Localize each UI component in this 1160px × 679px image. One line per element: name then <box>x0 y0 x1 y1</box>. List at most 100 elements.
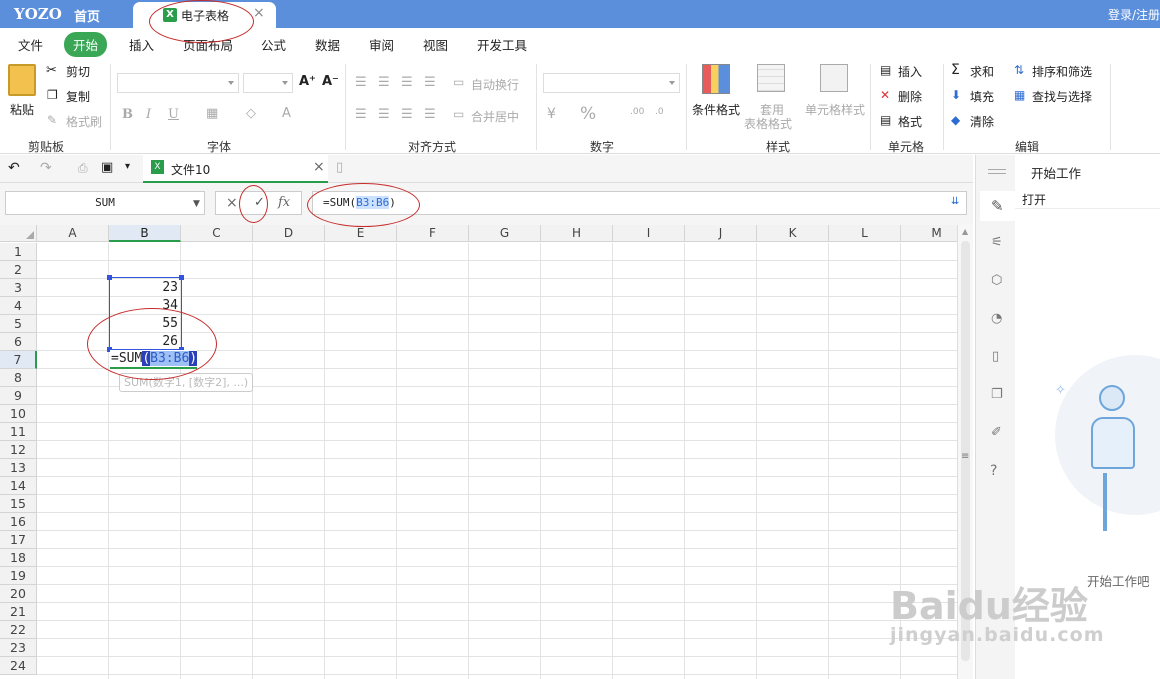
find-select-button[interactable]: 查找与选择 <box>1032 88 1092 105</box>
history-icon[interactable]: ◔ <box>991 311 1002 326</box>
cube-icon[interactable]: ⬡ <box>991 273 1002 288</box>
menu-developer[interactable]: 开发工具 <box>477 35 527 54</box>
column-header-j[interactable]: J <box>685 225 757 242</box>
conditional-format-button[interactable]: 条件格式 <box>692 101 740 118</box>
menu-formula[interactable]: 公式 <box>261 35 286 54</box>
fill-color-icon[interactable]: ◇ <box>246 106 256 121</box>
border-icon[interactable]: ▦ <box>206 106 218 121</box>
save-icon[interactable]: ▣ <box>101 160 113 175</box>
menu-review[interactable]: 审阅 <box>369 35 394 54</box>
format-cells-button[interactable]: 格式 <box>898 113 922 130</box>
format-painter-button[interactable]: 格式刷 <box>66 113 102 130</box>
grow-font-icon[interactable]: A⁺ <box>299 74 316 89</box>
increase-decimal-icon[interactable]: .00 <box>630 107 644 117</box>
column-header-a[interactable]: A <box>37 225 109 242</box>
align-top-icon[interactable]: ☰ <box>355 75 367 90</box>
sliders-icon[interactable]: ⚟ <box>991 235 1003 250</box>
column-header-h[interactable]: H <box>541 225 613 242</box>
currency-button[interactable]: ¥ <box>547 106 556 122</box>
row-header-22[interactable]: 22 <box>0 621 37 639</box>
bold-button[interactable]: B <box>122 107 133 122</box>
underline-button[interactable]: U <box>168 107 179 122</box>
row-header-9[interactable]: 9 <box>0 387 37 405</box>
insert-cells-button[interactable]: 插入 <box>898 63 922 80</box>
row-header-5[interactable]: 5 <box>0 315 37 333</box>
row-header-8[interactable]: 8 <box>0 369 37 387</box>
column-header-k[interactable]: K <box>757 225 829 242</box>
paste-icon[interactable] <box>8 64 36 96</box>
row-header-10[interactable]: 10 <box>0 405 37 423</box>
number-format-select[interactable] <box>543 73 680 93</box>
indent-icon[interactable]: ☰ <box>424 75 436 90</box>
column-header-c[interactable]: C <box>181 225 253 242</box>
row-header-24[interactable]: 24 <box>0 657 37 675</box>
row-header-23[interactable]: 23 <box>0 639 37 657</box>
row-header-15[interactable]: 15 <box>0 495 37 513</box>
decrease-decimal-icon[interactable]: .0 <box>655 107 664 117</box>
percent-button[interactable]: % <box>580 104 596 124</box>
row-header-7[interactable]: 7 <box>0 351 37 369</box>
customize-icon[interactable]: ▾ <box>125 161 130 172</box>
row-header-6[interactable]: 6 <box>0 333 37 351</box>
row-header-16[interactable]: 16 <box>0 513 37 531</box>
close-icon[interactable]: × <box>313 159 325 175</box>
font-color-icon[interactable]: A <box>282 106 291 121</box>
login-link[interactable]: 登录/注册 <box>1108 6 1160 23</box>
spreadsheet-grid[interactable]: ABCDEFGHIJKLM 1 2 3 4 5 6 7 8 9 10 11 12 13 14 15 16 17 1… <box>0 225 973 679</box>
align-middle-icon[interactable]: ☰ <box>378 75 390 90</box>
clear-button[interactable]: 清除 <box>970 113 994 130</box>
name-box[interactable]: SUM <box>5 191 205 215</box>
merge-center-button[interactable]: 合并居中 <box>471 108 519 125</box>
column-header-e[interactable]: E <box>325 225 397 242</box>
panel-open-link[interactable]: 打开 <box>1022 191 1046 208</box>
row-header-1[interactable]: 1 <box>0 243 37 261</box>
copy-button[interactable]: 复制 <box>66 88 90 105</box>
menu-insert[interactable]: 插入 <box>129 35 154 54</box>
conditional-format-icon[interactable] <box>702 64 730 94</box>
edit-doc-icon[interactable]: ✐ <box>991 425 1002 440</box>
fill-button[interactable]: 填充 <box>970 88 994 105</box>
pencil-icon[interactable]: ✎ <box>991 197 1004 215</box>
font-size-select[interactable] <box>243 73 293 93</box>
row-header-19[interactable]: 19 <box>0 567 37 585</box>
align-left-icon[interactable]: ☰ <box>355 107 367 122</box>
column-header-g[interactable]: G <box>469 225 541 242</box>
align-right-icon[interactable]: ☰ <box>401 107 413 122</box>
sort-filter-button[interactable]: 排序和筛选 <box>1032 63 1092 80</box>
column-header-l[interactable]: L <box>829 225 901 242</box>
close-icon[interactable]: × <box>253 5 265 21</box>
file-tab[interactable]: X 文件10 × <box>143 155 328 183</box>
align-bottom-icon[interactable]: ☰ <box>401 75 413 90</box>
paste-button[interactable]: 粘贴 <box>10 101 34 118</box>
cell-style-icon[interactable] <box>820 64 848 92</box>
menu-data[interactable]: 数据 <box>315 35 340 54</box>
delete-cells-button[interactable]: 删除 <box>898 88 922 105</box>
menu-file[interactable]: 文件 <box>18 35 43 54</box>
row-header-21[interactable]: 21 <box>0 603 37 621</box>
cancel-icon[interactable]: × <box>226 195 238 211</box>
row-header-4[interactable]: 4 <box>0 297 37 315</box>
row-header-2[interactable]: 2 <box>0 261 37 279</box>
justify-icon[interactable]: ☰ <box>424 107 436 122</box>
print-preview-icon[interactable]: ⎙ <box>78 161 88 176</box>
select-all-corner[interactable] <box>0 225 37 242</box>
insert-function-icon[interactable]: fx <box>278 195 290 210</box>
expand-formula-icon[interactable]: ⇊ <box>951 196 959 207</box>
panel-open-row[interactable]: 打开 <box>1015 187 1160 209</box>
copy-doc-icon[interactable]: ❐ <box>991 387 1003 402</box>
scroll-up-icon[interactable]: ▲ <box>962 227 968 236</box>
bookmark-icon[interactable]: ▯ <box>992 349 999 364</box>
row-header-12[interactable]: 12 <box>0 441 37 459</box>
wrap-text-button[interactable]: 自动换行 <box>471 76 519 93</box>
font-name-select[interactable] <box>117 73 239 93</box>
chevron-down-icon[interactable]: ▼ <box>193 199 200 209</box>
row-header-18[interactable]: 18 <box>0 549 37 567</box>
new-tab-icon[interactable]: ▯ <box>336 160 343 175</box>
menu-home[interactable]: 开始 <box>64 32 108 57</box>
column-header-d[interactable]: D <box>253 225 325 242</box>
shrink-font-icon[interactable]: A⁻ <box>322 74 339 89</box>
align-center-icon[interactable]: ☰ <box>378 107 390 122</box>
help-icon[interactable]: ? <box>990 463 997 479</box>
menu-view[interactable]: 视图 <box>423 35 448 54</box>
collapse-icon[interactable] <box>988 169 1006 174</box>
